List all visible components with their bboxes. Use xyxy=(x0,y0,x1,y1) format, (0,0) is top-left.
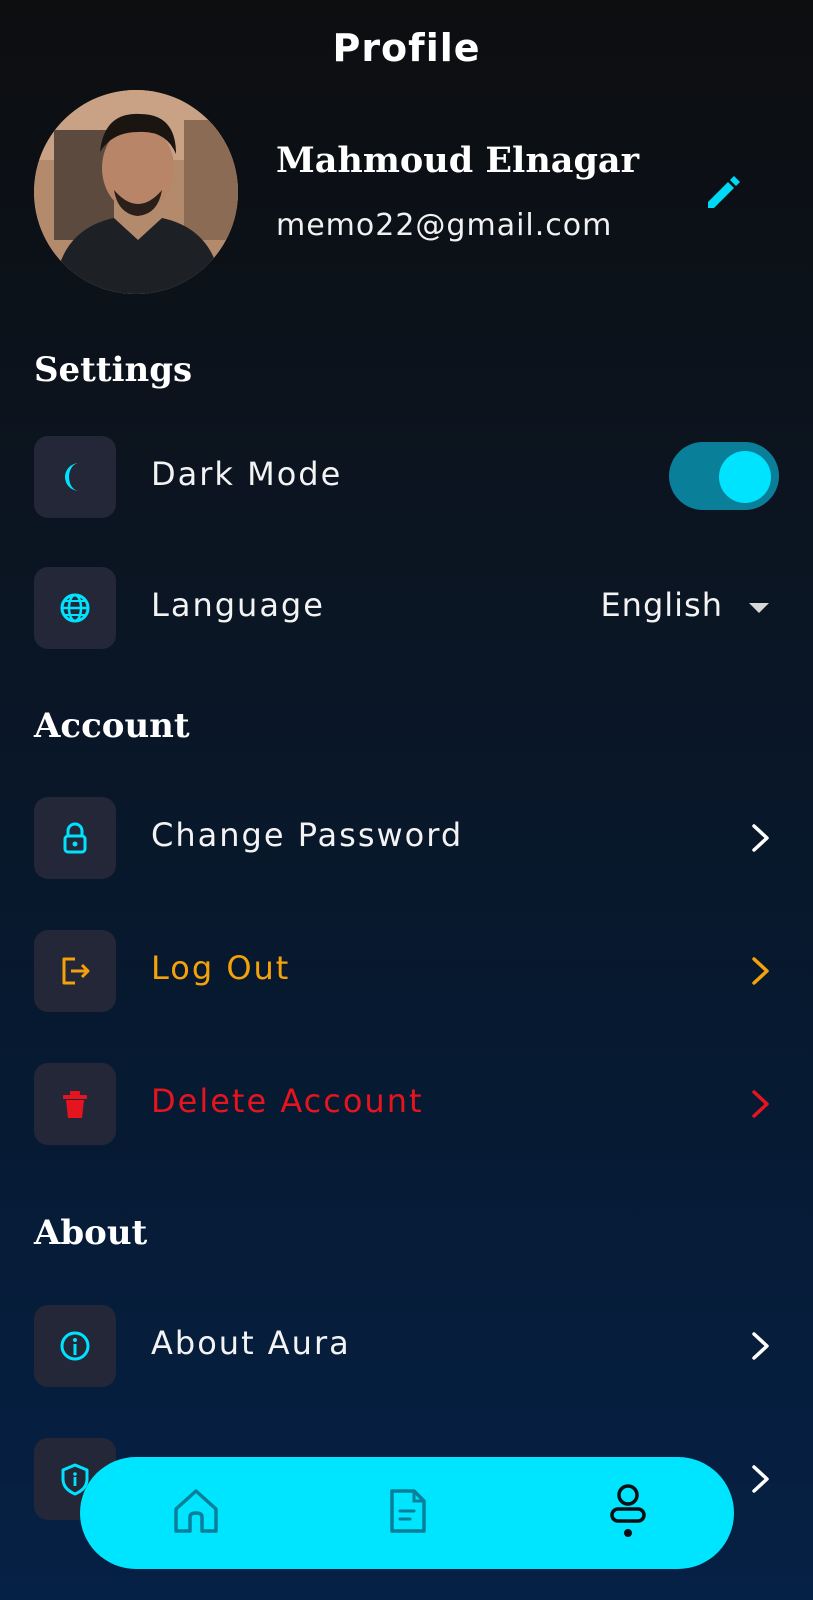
icon-box xyxy=(34,436,116,518)
icon-box xyxy=(34,797,116,879)
icon-box xyxy=(34,930,116,1012)
bottom-navigation xyxy=(80,1457,734,1569)
info-icon xyxy=(60,1331,90,1361)
toggle-knob xyxy=(719,451,771,503)
trash-icon xyxy=(63,1091,87,1118)
nav-home[interactable] xyxy=(166,1481,226,1541)
icon-box xyxy=(34,1063,116,1145)
chevron-right-icon xyxy=(752,1090,769,1118)
profile-email: memo22@gmail.com xyxy=(276,208,613,243)
globe-icon xyxy=(60,593,90,623)
profile-icon xyxy=(610,1484,646,1537)
moon-icon xyxy=(65,463,79,491)
icon-box xyxy=(34,1305,116,1387)
dark-mode-toggle[interactable] xyxy=(669,442,779,510)
language-row: Language English xyxy=(34,567,779,649)
section-title-settings: Settings xyxy=(34,350,193,390)
chevron-right-icon xyxy=(752,824,769,852)
change-password-label: Change Password xyxy=(151,816,464,854)
pencil-icon xyxy=(708,176,740,208)
delete-account-label: Delete Account xyxy=(151,1082,424,1120)
about-aura-row[interactable]: About Aura xyxy=(34,1305,779,1387)
language-value: English xyxy=(600,586,723,624)
dark-mode-row: Dark Mode xyxy=(34,436,779,518)
nav-documents[interactable] xyxy=(378,1481,438,1541)
chevron-right-icon xyxy=(752,957,769,985)
delete-account-row[interactable]: Delete Account xyxy=(34,1063,779,1145)
dark-mode-label: Dark Mode xyxy=(151,455,343,493)
section-title-about: About xyxy=(34,1213,148,1253)
lock-icon xyxy=(63,822,87,854)
page-title: Profile xyxy=(332,26,481,70)
home-icon xyxy=(174,1489,218,1533)
chevron-right-icon xyxy=(752,1332,769,1360)
chevron-right-icon xyxy=(752,1465,769,1493)
avatar xyxy=(34,90,238,294)
caret-down-icon xyxy=(749,603,769,613)
language-label: Language xyxy=(151,586,325,624)
profile-name: Mahmoud Elnagar xyxy=(276,140,640,181)
change-password-row[interactable]: Change Password xyxy=(34,797,779,879)
edit-profile-button[interactable] xyxy=(700,168,748,216)
section-title-account: Account xyxy=(34,706,190,746)
logout-icon xyxy=(62,957,90,985)
log-out-row[interactable]: Log Out xyxy=(34,930,779,1012)
nav-profile[interactable] xyxy=(598,1481,658,1541)
language-dropdown[interactable]: English xyxy=(579,567,779,649)
log-out-label: Log Out xyxy=(151,949,291,987)
about-aura-label: About Aura xyxy=(151,1324,351,1362)
document-icon xyxy=(390,1489,426,1533)
icon-box xyxy=(34,567,116,649)
